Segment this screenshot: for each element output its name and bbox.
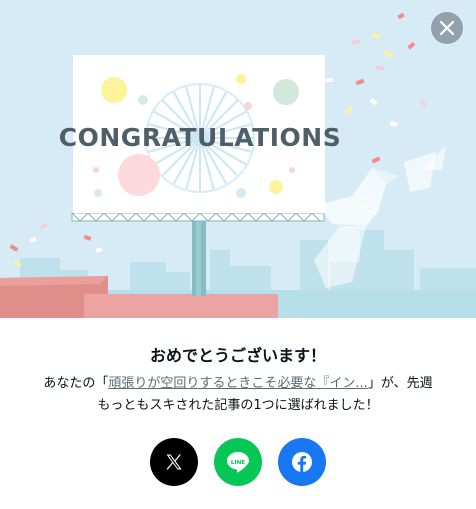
close-button[interactable] (431, 12, 463, 44)
description-line-1: あなたの「頑張りが空回りするときこそ必要な『イン...」が、先週 (0, 373, 476, 395)
close-icon (440, 21, 454, 35)
line-logo-icon: LINE (227, 452, 249, 473)
share-line-button[interactable]: LINE (214, 438, 262, 486)
billboard-text: CONGRATULATIONS (59, 123, 341, 152)
description-prefix: あなたの「 (43, 376, 109, 391)
congratulations-modal: CONGRATULATIONS おめでとうございます！ あなたの「頑張りが空回り… (0, 0, 476, 509)
dialog-title: おめでとうございます！ (149, 346, 326, 365)
share-buttons: LINE (0, 438, 476, 486)
share-facebook-button[interactable] (278, 438, 326, 486)
description-suffix: 」が、先週 (367, 376, 433, 391)
line-logo-text: LINE (231, 460, 245, 466)
dialog-description: あなたの「頑張りが空回りするときこそ必要な『イン...」が、先週 もっともスキさ… (0, 373, 476, 417)
article-link[interactable]: 頑張りが空回りするときこそ必要な『イン... (108, 376, 367, 391)
hero-illustration: CONGRATULATIONS (0, 0, 476, 318)
facebook-logo-icon (292, 452, 312, 472)
billboard-scene: CONGRATULATIONS (0, 0, 476, 318)
description-line-2: もっともスキされた記事の1つに選ばれました！ (97, 398, 379, 413)
share-x-button[interactable] (150, 438, 198, 486)
dialog-content: おめでとうございます！ あなたの「頑張りが空回りするときこそ必要な『イン...」… (0, 318, 476, 509)
x-logo-icon (166, 454, 182, 470)
